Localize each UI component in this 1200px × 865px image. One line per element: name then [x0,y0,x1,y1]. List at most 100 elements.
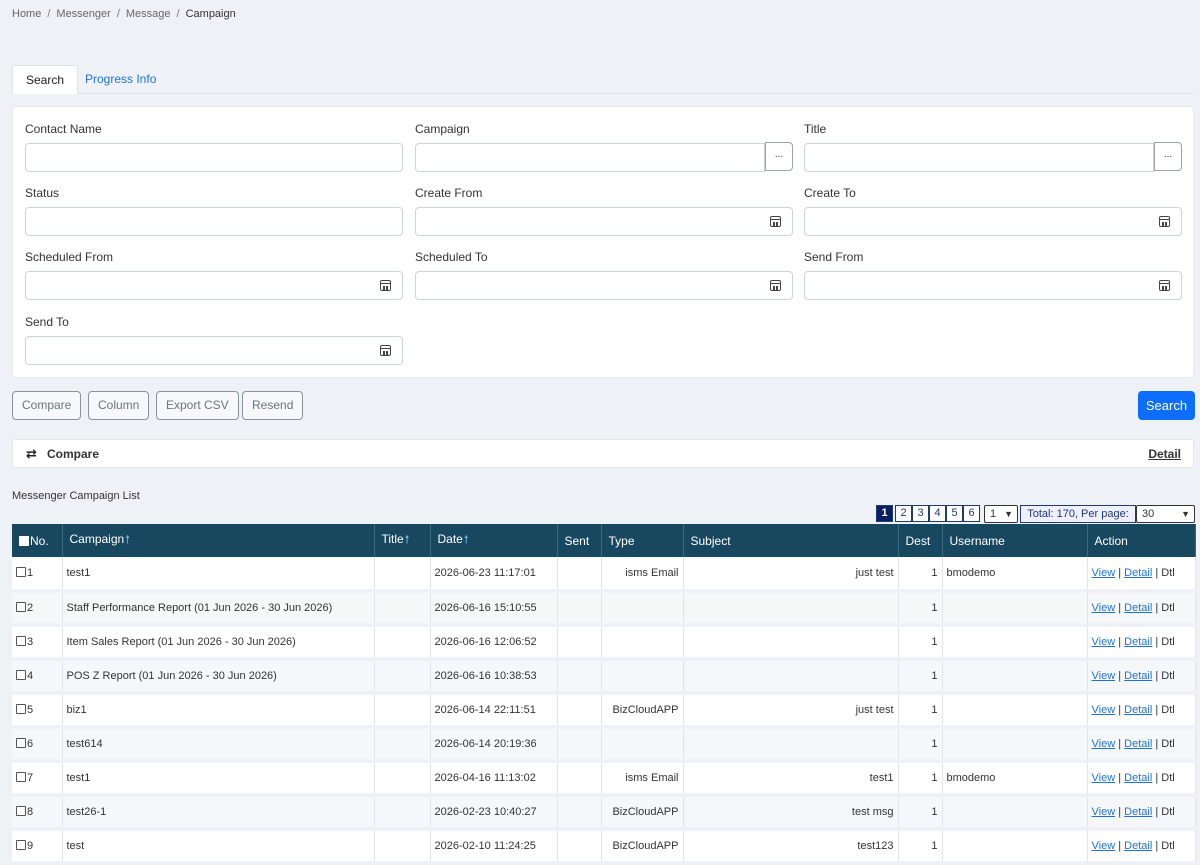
view-link[interactable]: View [1092,670,1116,682]
view-link[interactable]: View [1092,840,1116,852]
view-link[interactable]: View [1092,567,1116,579]
row-action: View | Detail | Dtl [1087,795,1196,831]
row-checkbox[interactable] [16,738,26,748]
row-date: 2026-06-16 10:38:53 [430,659,558,695]
detail-link[interactable]: Detail [1124,602,1152,614]
campaign-input[interactable] [415,143,765,172]
sort-arrow-icon[interactable]: 🠕 [464,534,469,546]
create-from-field: Create From [415,186,793,236]
tab-progress-info[interactable]: Progress Info [72,65,169,94]
view-link[interactable]: View [1092,704,1116,716]
row-checkbox[interactable] [16,636,26,646]
compare-detail-link[interactable]: Detail [1148,447,1181,461]
breadcrumb-home[interactable]: Home [12,8,41,20]
column-button[interactable]: Column [88,391,150,420]
row-title [374,591,431,627]
dtl-link[interactable]: Dtl [1161,602,1174,614]
row-checkbox[interactable] [16,840,26,850]
title-lookup-button[interactable]: ... [1154,142,1182,171]
send-to-input[interactable] [25,336,403,365]
detail-link[interactable]: Detail [1124,840,1152,852]
dtl-link[interactable]: Dtl [1161,704,1174,716]
row-checkbox[interactable] [16,772,26,782]
campaign-lookup-button[interactable]: ... [765,142,793,171]
page-5[interactable]: 5 [946,505,963,522]
row-checkbox[interactable] [16,670,26,680]
create-to-input[interactable] [804,207,1182,236]
page-select-value: 1 [990,508,997,520]
view-link[interactable]: View [1092,806,1116,818]
tab-search[interactable]: Search [12,65,79,94]
row-subject: test msg [683,795,899,831]
dtl-link[interactable]: Dtl [1161,738,1174,750]
page-6[interactable]: 6 [963,505,980,522]
list-title: Messenger Campaign List [12,490,140,502]
breadcrumb-messenger[interactable]: Messenger [56,8,110,20]
calendar-icon[interactable] [770,280,781,291]
dtl-link[interactable]: Dtl [1161,806,1174,818]
col-date[interactable]: Date🠕 [430,524,558,557]
sort-arrow-icon[interactable]: 🠕 [125,534,130,546]
detail-link[interactable]: Detail [1124,806,1152,818]
detail-link[interactable]: Detail [1124,670,1152,682]
col-title[interactable]: Title🠕 [374,524,431,557]
row-campaign: test614 [62,727,375,763]
detail-link[interactable]: Detail [1124,772,1152,784]
compare-button[interactable]: Compare [12,391,82,420]
row-checkbox[interactable] [16,806,26,816]
dtl-link[interactable]: Dtl [1161,840,1174,852]
col-action: Action [1087,524,1196,557]
title-input[interactable] [804,143,1154,172]
export-csv-button[interactable]: Export CSV [156,391,239,420]
row-action: View | Detail | Dtl [1087,761,1196,797]
row-checkbox[interactable] [16,704,26,714]
table-body: 1 test1 2026-06-23 11:17:01 isms Email just … [12,557,1196,865]
resend-button[interactable]: Resend [242,391,304,420]
select-all-checkbox[interactable] [19,535,29,546]
view-link[interactable]: View [1092,772,1116,784]
row-subject: just test [683,693,899,729]
dtl-link[interactable]: Dtl [1161,772,1174,784]
page-select[interactable]: 1 ▼ [984,505,1018,523]
row-checkbox[interactable] [16,602,26,612]
row-subject [683,625,899,661]
detail-link[interactable]: Detail [1124,738,1152,750]
page-4[interactable]: 4 [929,505,946,522]
scheduled-to-input[interactable] [415,271,793,300]
per-page-select[interactable]: 30 ▼ [1136,505,1195,523]
view-link[interactable]: View [1092,602,1116,614]
send-from-input[interactable] [804,271,1182,300]
calendar-icon[interactable] [380,345,391,356]
campaign-label: Campaign [415,122,470,136]
calendar-icon[interactable] [1159,280,1170,291]
detail-link[interactable]: Detail [1124,636,1152,648]
calendar-icon[interactable] [380,280,391,291]
view-link[interactable]: View [1092,738,1116,750]
row-checkbox[interactable] [16,567,26,577]
create-from-input[interactable] [415,207,793,236]
row-username [942,829,1088,865]
dtl-link[interactable]: Dtl [1161,636,1174,648]
campaign-field: Campaign ... [415,122,793,172]
dtl-link[interactable]: Dtl [1161,567,1174,579]
page-3[interactable]: 3 [912,505,929,522]
detail-link[interactable]: Detail [1124,567,1152,579]
dtl-link[interactable]: Dtl [1161,670,1174,682]
calendar-icon[interactable] [1159,216,1170,227]
status-input[interactable] [25,207,403,236]
scheduled-from-input[interactable] [25,271,403,300]
search-button[interactable]: Search [1138,391,1195,420]
row-dest: 1 [898,761,943,797]
calendar-icon[interactable] [770,216,781,227]
page-1[interactable]: 1 [876,505,893,522]
detail-link[interactable]: Detail [1124,704,1152,716]
breadcrumb-message[interactable]: Message [126,8,171,20]
col-campaign[interactable]: Campaign🠕 [62,524,375,557]
row-sent [557,557,602,593]
page-2[interactable]: 2 [895,505,912,522]
contact-name-input[interactable] [25,143,403,172]
sort-arrow-icon[interactable]: 🠕 [405,534,410,546]
col-type: Type [601,524,684,557]
view-link[interactable]: View [1092,636,1116,648]
compare-bar-title: Compare [47,447,100,461]
